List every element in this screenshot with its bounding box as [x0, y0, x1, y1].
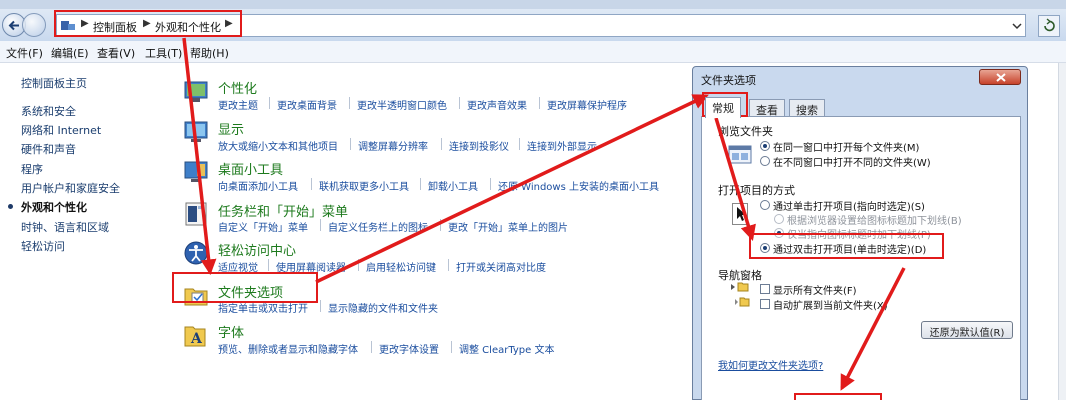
annotation-arrows: [182, 37, 906, 391]
arrow-to-ok-button: [840, 267, 906, 391]
arrow-to-double-click: [714, 117, 756, 242]
arrow-to-folder-options: [182, 37, 217, 276]
arrow-to-general-tab: [315, 94, 709, 284]
tab-general[interactable]: 常规: [705, 97, 741, 118]
